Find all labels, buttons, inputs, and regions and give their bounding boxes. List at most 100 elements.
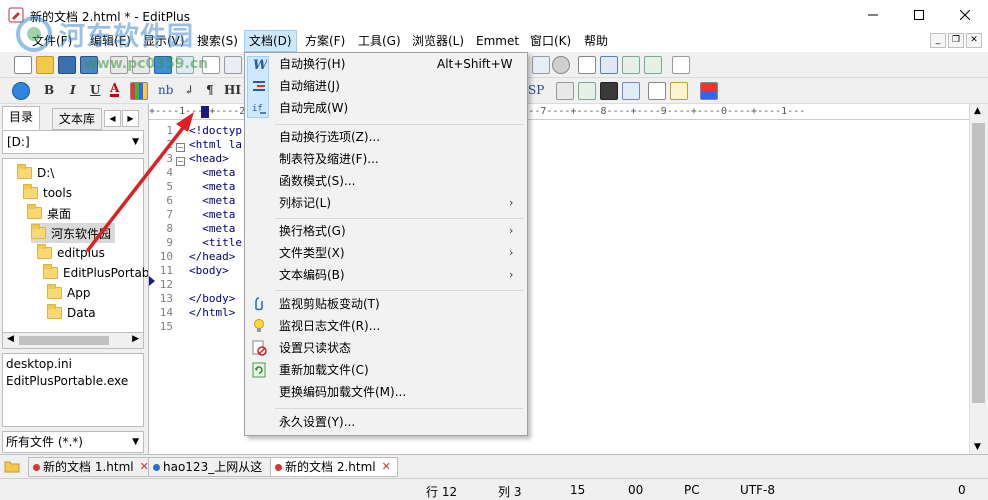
- fold-toggle-icon[interactable]: −: [176, 157, 185, 166]
- code-line[interactable]: <html la: [189, 138, 242, 152]
- scroll-up-icon[interactable]: ▲: [974, 106, 981, 116]
- maximize-button[interactable]: [896, 0, 942, 30]
- file-list-item[interactable]: EditPlusPortable.exe: [6, 374, 140, 391]
- pointer-help-icon[interactable]: [672, 56, 690, 74]
- tree-item-desktop[interactable]: 桌面: [27, 203, 71, 223]
- export-icon[interactable]: [644, 56, 662, 74]
- music-icon[interactable]: [622, 82, 640, 100]
- code-line[interactable]: <body>: [189, 264, 229, 278]
- abc-icon[interactable]: [532, 56, 550, 74]
- browser-preview-icon[interactable]: [12, 82, 30, 100]
- tab-text-library[interactable]: 文本库: [52, 108, 103, 130]
- paragraph-button[interactable]: ¶: [206, 83, 214, 97]
- status-encoding[interactable]: UTF-8: [740, 483, 775, 497]
- menu-document[interactable]: 文档(D): [244, 30, 297, 52]
- menu-tools[interactable]: 工具(G): [354, 30, 405, 52]
- code-line[interactable]: <!doctyp: [189, 124, 242, 138]
- menu-item-tabs-indent[interactable]: 制表符及缩进(F)...: [247, 148, 525, 170]
- space-button[interactable]: SP: [528, 83, 544, 97]
- code-line[interactable]: <meta: [189, 166, 235, 180]
- menu-item-set-readonly[interactable]: 设置只读状态: [247, 337, 525, 359]
- menu-item-monitor-clipboard[interactable]: 监视剪贴板变动(T): [247, 293, 525, 315]
- tab-scroll-left-icon[interactable]: ◀: [104, 110, 121, 127]
- drive-selector[interactable]: [D:] ▼: [2, 130, 144, 154]
- underline-button[interactable]: U: [90, 83, 100, 97]
- preferences-gear-icon[interactable]: [552, 56, 570, 74]
- code-line[interactable]: <meta: [189, 208, 235, 222]
- tab-directory[interactable]: 目录: [2, 106, 41, 130]
- scroll-right-icon[interactable]: ▶: [132, 334, 139, 344]
- menu-item-file-type[interactable]: 文件类型(X) ›: [247, 242, 525, 264]
- color-palette-icon[interactable]: [130, 82, 148, 100]
- code-line[interactable]: </head>: [189, 250, 235, 264]
- menu-item-text-encoding[interactable]: 文本编码(B) ›: [247, 264, 525, 286]
- menu-item-line-format[interactable]: 换行格式(G) ›: [247, 220, 525, 242]
- close-tab-icon[interactable]: ✕: [382, 458, 391, 476]
- fold-toggle-icon[interactable]: −: [176, 143, 185, 152]
- code-line[interactable]: </body>: [189, 292, 235, 306]
- mdi-close-button[interactable]: ✕: [966, 33, 982, 48]
- status-line-ending[interactable]: PC: [684, 483, 700, 497]
- scroll-down-icon[interactable]: ▼: [974, 442, 981, 452]
- nbsp-button[interactable]: nb: [158, 83, 173, 97]
- window-tile-icon[interactable]: [600, 56, 618, 74]
- doc-tab-active[interactable]: 新的文档 2.html ✕: [270, 457, 398, 477]
- minimize-button[interactable]: [850, 0, 896, 30]
- line-break-icon[interactable]: ↲: [184, 83, 194, 97]
- font-color-button[interactable]: A: [110, 82, 120, 97]
- scroll-left-icon[interactable]: ◀: [7, 334, 14, 344]
- image-icon[interactable]: [700, 82, 718, 100]
- list-icon[interactable]: [578, 56, 596, 74]
- video-icon[interactable]: [600, 82, 618, 100]
- validate-check-icon[interactable]: [578, 82, 596, 100]
- code-line[interactable]: <title: [189, 236, 242, 250]
- tree-item-data[interactable]: Data: [47, 303, 96, 323]
- copy-icon[interactable]: [224, 56, 242, 74]
- code-line[interactable]: </html>: [189, 306, 235, 320]
- open-folder-icon[interactable]: [4, 459, 20, 473]
- edit-tag-icon[interactable]: [556, 82, 574, 100]
- tree-horizontal-scrollbar[interactable]: ◀ ▶: [2, 332, 144, 349]
- tree-item-app[interactable]: App: [47, 283, 90, 303]
- menu-help[interactable]: 帮助: [580, 30, 612, 52]
- scrollbar-thumb[interactable]: [19, 336, 109, 345]
- tab-scroll-right-icon[interactable]: ▶: [122, 110, 139, 127]
- menu-item-permanent-settings[interactable]: 永久设置(Y)...: [247, 411, 525, 433]
- doc-tab[interactable]: 新的文档 1.html ✕: [28, 457, 156, 477]
- menu-item-wrap-options[interactable]: 自动换行选项(Z)...: [247, 126, 525, 148]
- menu-item-reload-with-encoding[interactable]: 更换编码加载文件(M)...: [247, 381, 525, 403]
- menu-item-function-pattern[interactable]: 函数模式(S)...: [247, 170, 525, 192]
- menu-emmet[interactable]: Emmet: [472, 30, 523, 52]
- mdi-restore-button[interactable]: ❐: [948, 33, 964, 48]
- table-icon[interactable]: [648, 82, 666, 100]
- menu-item-column-marker[interactable]: 列标记(L) ›: [247, 192, 525, 214]
- code-line[interactable]: <head>: [189, 152, 229, 166]
- file-filter-selector[interactable]: 所有文件 (*.*) ▼: [2, 431, 144, 453]
- form-icon[interactable]: [670, 82, 688, 100]
- file-list-item[interactable]: desktop.ini: [6, 357, 140, 374]
- menu-item-auto-complete[interactable]: if 自动完成(W): [247, 97, 525, 119]
- tree-item-hedong[interactable]: 河东软件园: [31, 223, 116, 243]
- menu-item-reload-file[interactable]: 重新加载文件(C): [247, 359, 525, 381]
- menu-browser[interactable]: 浏览器(L): [408, 30, 468, 52]
- code-line[interactable]: <meta: [189, 180, 235, 194]
- heading-button[interactable]: HI: [224, 83, 241, 97]
- menu-item-monitor-log[interactable]: 监视日志文件(R)...: [247, 315, 525, 337]
- menu-window[interactable]: 窗口(K): [526, 30, 575, 52]
- scrollbar-thumb[interactable]: [972, 123, 985, 403]
- close-button[interactable]: [942, 0, 988, 30]
- tree-item-d-drive[interactable]: D:\: [17, 163, 54, 183]
- code-line[interactable]: <meta: [189, 194, 235, 208]
- tree-item-tools[interactable]: tools: [23, 183, 72, 203]
- bold-button[interactable]: B: [44, 83, 54, 97]
- mdi-minimize-button[interactable]: _: [930, 33, 946, 48]
- tree-item-editplus[interactable]: editplus: [37, 243, 105, 263]
- menu-item-auto-indent[interactable]: 自动缩进(J): [247, 75, 525, 97]
- doc-tab[interactable]: hao123_上网从这 ✕: [148, 457, 285, 477]
- italic-button[interactable]: I: [70, 83, 76, 97]
- menu-project[interactable]: 方案(F): [301, 30, 349, 52]
- window-cascade-icon[interactable]: [622, 56, 640, 74]
- menu-item-word-wrap[interactable]: W 自动换行(H) Alt+Shift+W: [247, 53, 525, 75]
- tree-item-editplusportable[interactable]: EditPlusPortable: [43, 263, 160, 283]
- code-line[interactable]: <meta: [189, 222, 235, 236]
